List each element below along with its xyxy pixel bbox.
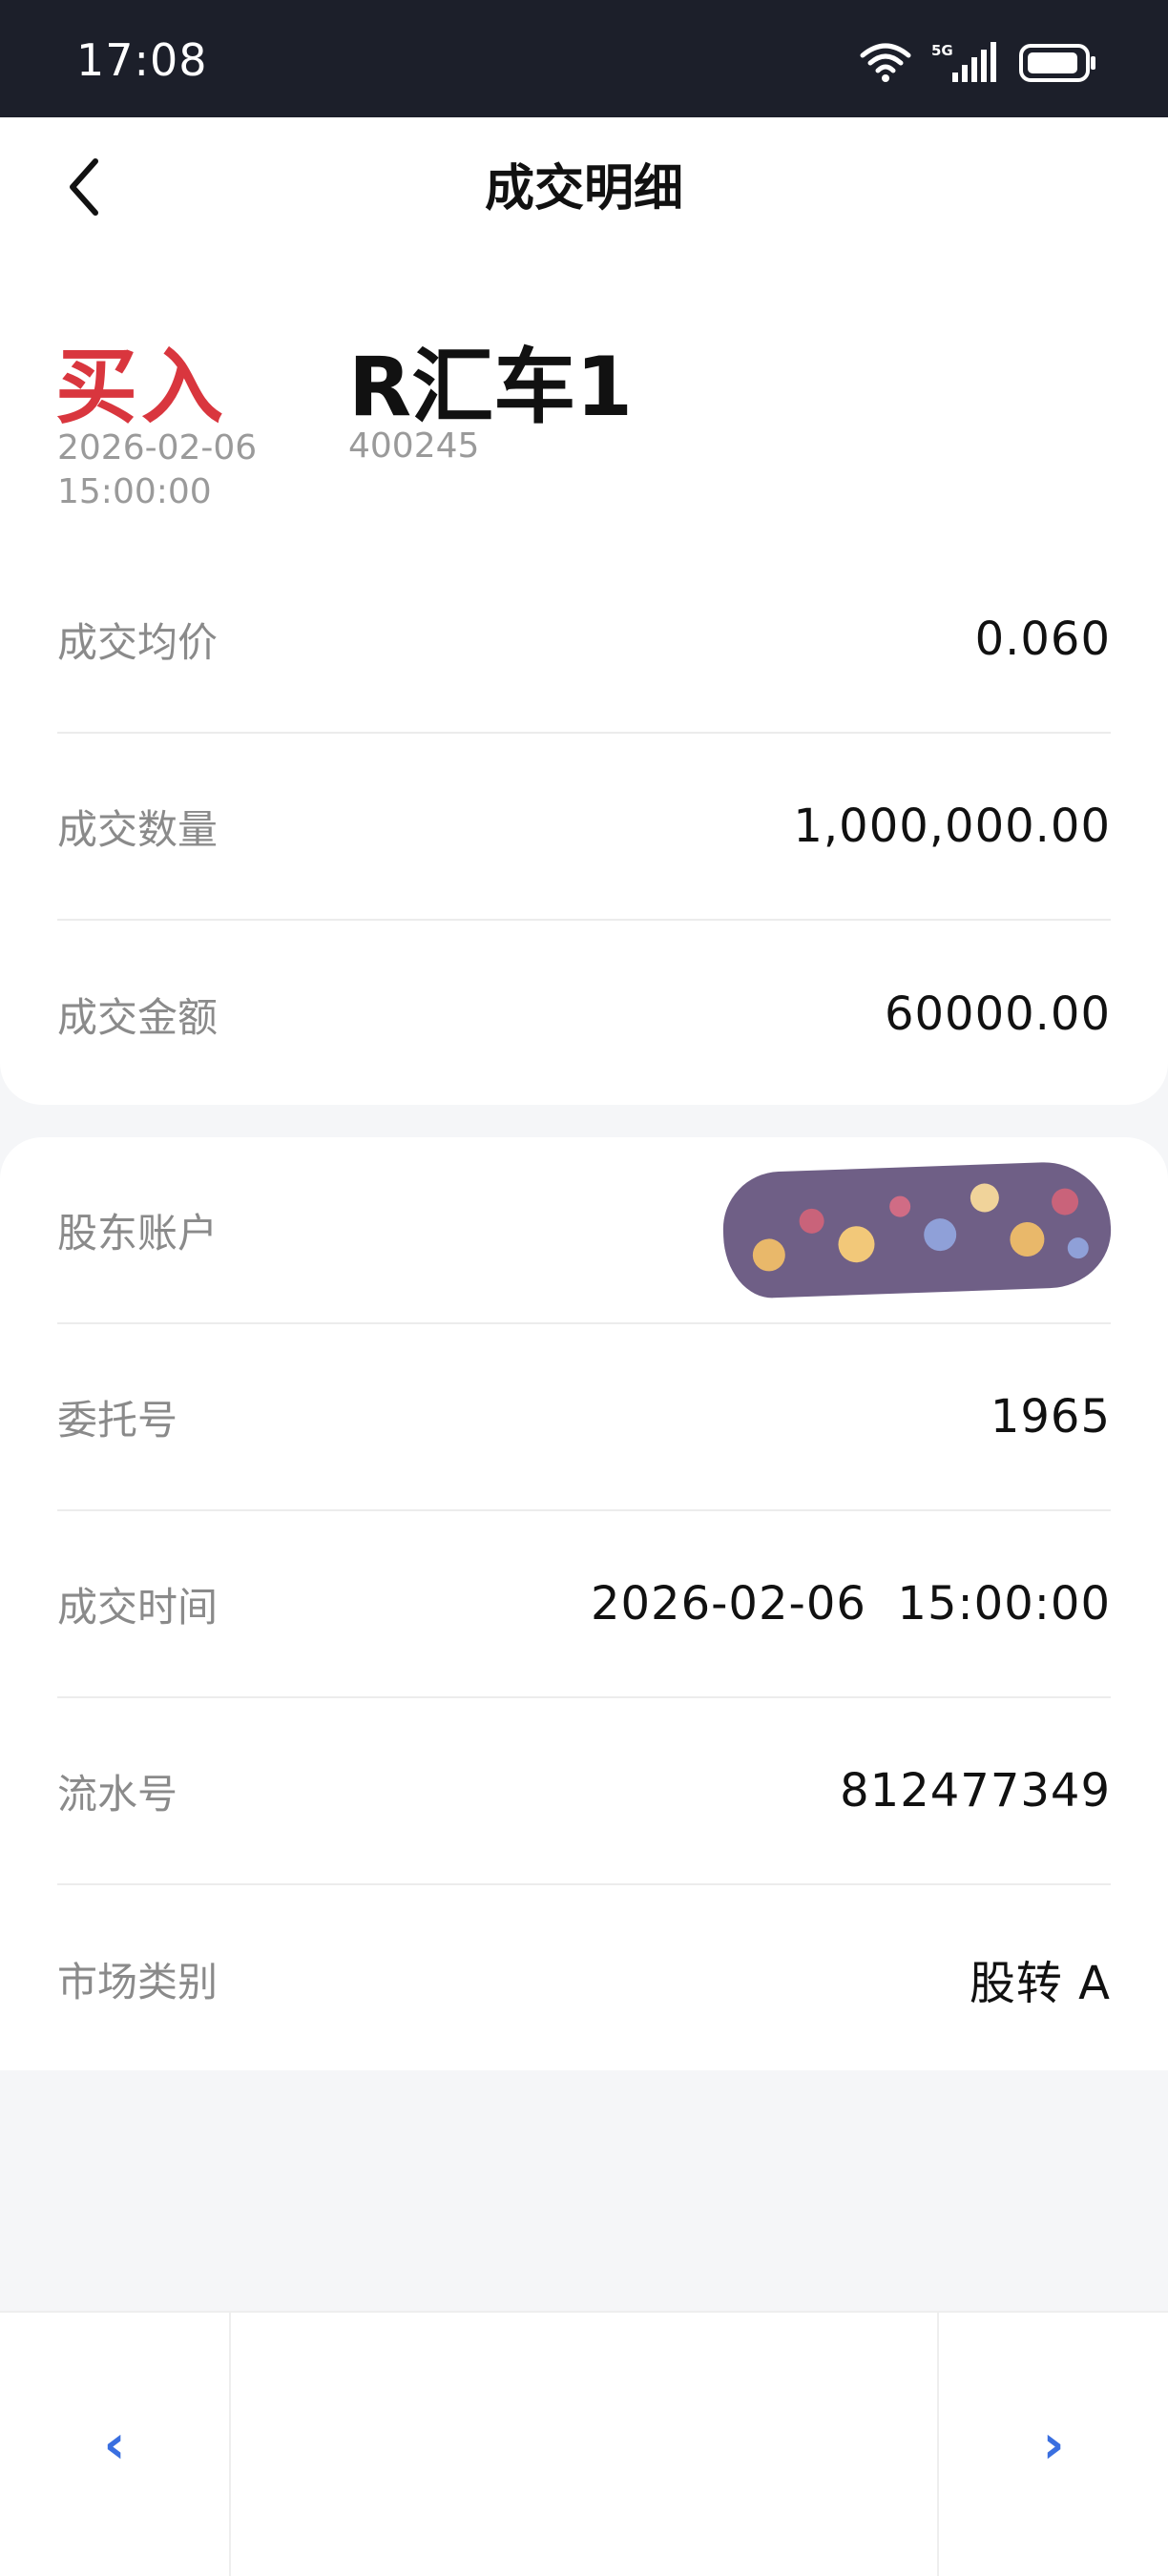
signal-5g-icon: 5G (931, 42, 1000, 88)
detail-label: 股东账户 (57, 1209, 219, 1257)
detail-row-order-number: 委托号 1965 (57, 1324, 1111, 1511)
detail-label: 市场类别 (57, 1958, 219, 2005)
previous-record-button[interactable]: ‹ (0, 2313, 231, 2576)
detail-value: 1965 (990, 1390, 1111, 1444)
trade-time: 15:00:00 (57, 472, 212, 511)
detail-value: 2026-02-06 15:00:00 (590, 1577, 1111, 1631)
trade-details-card: 股东账户 委托号 1965 成交时间 2026-02-06 15:00:00 流… (0, 1137, 1168, 2070)
detail-value: 812477349 (840, 1764, 1111, 1818)
status-time: 17:08 (76, 34, 208, 86)
redacted-account-mask (720, 1159, 1114, 1300)
detail-value: 1,000,000.00 (793, 800, 1111, 853)
chevron-left-icon: ‹ (103, 2413, 126, 2476)
stock-name: R汇车1 (348, 340, 634, 435)
detail-label: 成交均价 (57, 618, 219, 666)
bottom-pager-bar: ‹ › (0, 2311, 1168, 2576)
status-bar: 17:08 5G (0, 0, 1168, 117)
detail-row-quantity: 成交数量 1,000,000.00 (57, 734, 1111, 921)
detail-label: 成交时间 (57, 1583, 219, 1631)
page-title: 成交明细 (484, 160, 683, 218)
nav-bar: 成交明细 (0, 117, 1168, 251)
detail-label: 委托号 (57, 1396, 178, 1444)
detail-row-serial-number: 流水号 812477349 (57, 1698, 1111, 1885)
stock-code: 400245 (348, 426, 480, 466)
detail-value: 0.060 (974, 613, 1111, 666)
trade-datetime: 2026-02-06 15:00:00 (57, 426, 257, 514)
detail-value: 60000.00 (884, 987, 1111, 1041)
next-record-button[interactable]: › (937, 2313, 1168, 2576)
detail-row-shareholder-account: 股东账户 (57, 1137, 1114, 1324)
battery-icon (1019, 44, 1097, 86)
detail-label: 成交数量 (57, 805, 219, 853)
detail-label: 流水号 (57, 1770, 178, 1818)
status-icons: 5G (859, 42, 1097, 88)
trade-type-label: 买入 (55, 340, 227, 435)
wifi-icon (859, 42, 912, 88)
pager-center-area (229, 2313, 939, 2576)
detail-row-market-type: 市场类别 股转 A (57, 1885, 1111, 2072)
trade-summary-card: 买入 2026-02-06 15:00:00 R汇车1 400245 成交均价 … (0, 251, 1168, 1105)
detail-value: 股转 A (969, 1957, 1111, 2010)
detail-row-amount: 成交金额 60000.00 (57, 921, 1111, 1108)
chevron-right-icon: › (1042, 2413, 1065, 2476)
detail-row-avg-price: 成交均价 0.060 (57, 547, 1111, 734)
trade-date: 2026-02-06 (57, 428, 258, 467)
detail-label: 成交金额 (57, 993, 219, 1041)
svg-text:5G: 5G (931, 42, 953, 59)
detail-row-trade-time: 成交时间 2026-02-06 15:00:00 (57, 1511, 1111, 1698)
